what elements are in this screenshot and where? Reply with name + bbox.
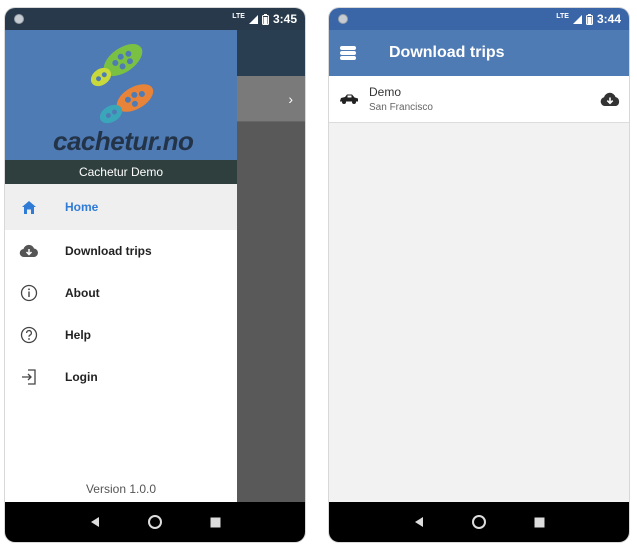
signal-icon	[248, 14, 258, 24]
menu-item-help[interactable]: Help	[5, 314, 237, 356]
info-icon	[19, 283, 39, 303]
home-button[interactable]	[143, 510, 167, 534]
status-bar: LTE 3:45	[5, 8, 305, 30]
background-appbar	[237, 30, 305, 76]
app-bar: Download trips	[329, 30, 629, 76]
account-name: Cachetur Demo	[5, 160, 237, 184]
network-type: LTE	[556, 12, 569, 20]
drawer-header: cachetur.no	[5, 30, 237, 160]
cloud-download-icon	[600, 92, 620, 106]
status-bar: LTE 3:44	[329, 8, 629, 30]
recents-button[interactable]	[203, 510, 227, 534]
help-icon	[19, 325, 39, 345]
back-triangle-icon	[415, 517, 423, 527]
battery-icon	[585, 13, 593, 25]
menu-item-home[interactable]: Home	[5, 184, 237, 230]
menu-item-label: Download trips	[65, 244, 152, 258]
home-circle-icon	[472, 515, 486, 529]
menu-item-download-trips[interactable]: Download trips	[5, 230, 237, 272]
menu-item-about[interactable]: About	[5, 272, 237, 314]
home-icon	[19, 197, 39, 217]
stack-menu-icon	[340, 46, 356, 60]
background-screen: ›	[237, 30, 305, 502]
recents-button[interactable]	[527, 510, 551, 534]
notification-dot-icon	[14, 14, 24, 24]
drawer-menu: Home Download trips About Help Login	[5, 184, 237, 398]
phone-right: LTE 3:44 Download trips Demo San Francis…	[329, 8, 629, 542]
phone-left: LTE 3:45 › cachetur.no Cachetur Demo Hom…	[5, 8, 305, 542]
login-icon	[19, 367, 39, 387]
back-button[interactable]	[407, 510, 431, 534]
battery-icon	[261, 13, 269, 25]
home-button[interactable]	[467, 510, 491, 534]
download-trip-button[interactable]	[599, 92, 621, 107]
page-title: Download trips	[389, 44, 505, 61]
menu-item-label: Home	[65, 200, 99, 214]
status-time: 3:44	[596, 12, 621, 26]
menu-item-label: Help	[65, 328, 92, 342]
status-time: 3:45	[272, 12, 297, 26]
recents-square-icon	[534, 517, 544, 527]
home-circle-icon	[148, 515, 162, 529]
trip-name: Demo	[369, 85, 402, 99]
version-label: Version 1.0.0	[85, 482, 157, 496]
navigation-drawer: cachetur.no Cachetur Demo Home Download …	[5, 30, 237, 502]
footprints-logo-icon	[90, 44, 154, 124]
signal-icon	[572, 14, 582, 24]
background-row[interactable]: ›	[237, 76, 305, 122]
cloud-download-icon	[19, 241, 39, 261]
system-nav-bar	[329, 502, 629, 542]
menu-item-label: About	[65, 286, 100, 300]
system-nav-bar	[5, 502, 305, 542]
back-triangle-icon	[91, 517, 99, 527]
menu-item-login[interactable]: Login	[5, 356, 237, 398]
trip-list-item[interactable]: Demo San Francisco	[329, 76, 629, 123]
chevron-right-icon: ›	[288, 90, 293, 107]
car-icon	[339, 93, 359, 105]
trip-location: San Francisco	[369, 102, 433, 113]
brand-logo-text: cachetur.no	[53, 126, 194, 156]
back-button[interactable]	[83, 510, 107, 534]
network-type: LTE	[232, 12, 245, 20]
menu-button[interactable]	[339, 45, 357, 61]
menu-item-label: Login	[65, 370, 98, 384]
recents-square-icon	[210, 517, 220, 527]
notification-dot-icon	[338, 14, 348, 24]
